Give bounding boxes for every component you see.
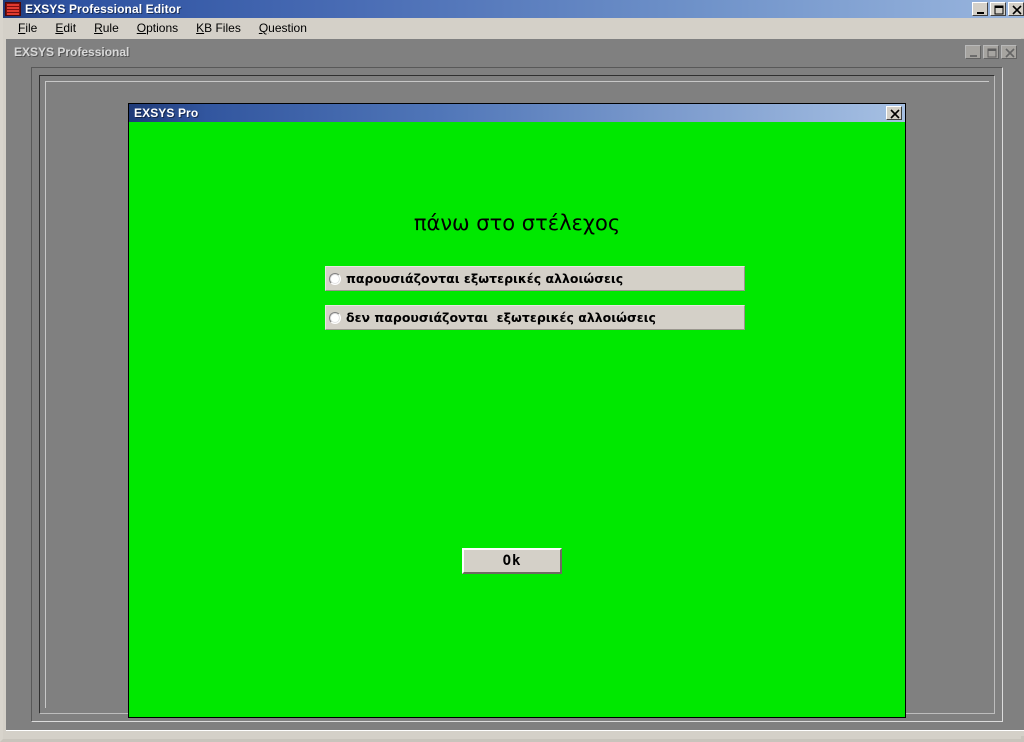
- question-prompt: πάνω στο στέλεχος: [413, 211, 621, 235]
- close-icon[interactable]: [886, 106, 902, 120]
- child-window-controls: [965, 45, 1017, 59]
- window-bottom-edge: [6, 730, 1024, 736]
- option-label: παρουσιάζονται εξωτερικές αλλοιώσεις: [346, 271, 624, 286]
- menu-item-kb-files[interactable]: KB Files: [187, 19, 250, 37]
- minimize-icon[interactable]: [972, 2, 988, 16]
- ok-button[interactable]: Ok: [462, 548, 562, 574]
- question-dialog: EXSYS Pro πάνω στο στέλεχος παρουσιάζοντ…: [128, 103, 906, 718]
- dialog-title: EXSYS Pro: [134, 105, 199, 120]
- menu-item-rule[interactable]: Rule: [85, 19, 128, 37]
- dialog-titlebar[interactable]: EXSYS Pro: [129, 104, 905, 122]
- menu-item-question[interactable]: Question: [250, 19, 316, 37]
- main-window-titlebar[interactable]: EXSYS Professional Editor: [3, 0, 1024, 18]
- close-icon[interactable]: [1008, 2, 1024, 16]
- option-row[interactable]: δεν παρουσιάζονται εξωτερικές αλλοιώσεις: [325, 305, 745, 330]
- menu-item-edit[interactable]: Edit: [46, 19, 85, 37]
- option-row[interactable]: παρουσιάζονται εξωτερικές αλλοιώσεις: [325, 266, 745, 291]
- main-window-controls: [972, 2, 1024, 16]
- mdi-client-area: EXSYS Professional EXSYS Pro πάνω στο στ…: [6, 39, 1024, 736]
- menu-bar: File Edit Rule Options KB Files Question: [3, 18, 1024, 38]
- radio-button-icon[interactable]: [329, 311, 341, 324]
- ok-button-label: Ok: [502, 553, 522, 569]
- maximize-icon[interactable]: [990, 2, 1006, 16]
- application-window: EXSYS Professional Editor File Edit Rule…: [0, 0, 1024, 742]
- maximize-icon[interactable]: [983, 45, 999, 59]
- dialog-body: πάνω στο στέλεχος παρουσιάζονται εξωτερι…: [129, 122, 905, 717]
- menu-item-file[interactable]: File: [9, 19, 46, 37]
- exsys-app-icon[interactable]: [5, 2, 21, 16]
- child-window-title: EXSYS Professional: [14, 45, 130, 59]
- main-window-title: EXSYS Professional Editor: [25, 1, 181, 16]
- minimize-icon[interactable]: [965, 45, 981, 59]
- close-icon[interactable]: [1001, 45, 1017, 59]
- option-label: δεν παρουσιάζονται εξωτερικές αλλοιώσεις: [346, 310, 656, 325]
- menu-item-options[interactable]: Options: [128, 19, 187, 37]
- dialog-window-controls: [886, 106, 902, 120]
- child-window-titlebar[interactable]: EXSYS Professional: [8, 43, 1022, 61]
- radio-button-icon[interactable]: [329, 272, 341, 285]
